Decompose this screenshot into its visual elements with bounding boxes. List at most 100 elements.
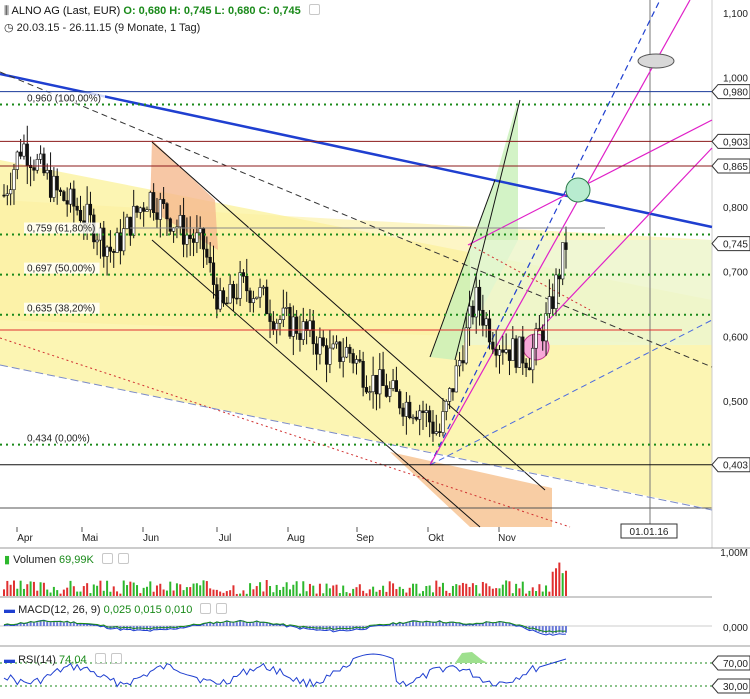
- candle-body: [344, 346, 349, 358]
- close-value: C: 0,745: [258, 5, 301, 17]
- candle-body: [418, 410, 422, 420]
- candle-body: [275, 322, 279, 330]
- candle-body: [135, 205, 139, 213]
- volume-bar: [471, 583, 474, 596]
- candle-body: [318, 337, 322, 355]
- candle-body: [162, 199, 166, 204]
- candle-body: [211, 262, 216, 285]
- candle-body: [201, 228, 206, 250]
- macd-legend: ▬ MACD(12, 26, 9) 0,025 0,015 0,010: [4, 603, 228, 616]
- macd-histogram-bar: [255, 621, 258, 626]
- candle-body: [142, 207, 146, 212]
- candle-body: [424, 410, 428, 413]
- volume-bar: [375, 591, 378, 596]
- x-axis-label: Aug: [287, 533, 305, 544]
- symbol-label: ALNO AG (Last, EUR): [11, 5, 121, 17]
- volume-bar: [412, 583, 415, 596]
- volume-bar: [29, 581, 32, 596]
- candle-body: [165, 203, 169, 220]
- macd-histogram-bar: [422, 622, 425, 626]
- macd-settings-icon[interactable]: [200, 603, 212, 614]
- candle-body: [285, 307, 289, 309]
- price-tag-label: 0,903: [723, 137, 748, 148]
- candle-body: [408, 401, 412, 419]
- candle-body: [428, 410, 432, 423]
- candle-body: [414, 416, 418, 420]
- volume-close-icon[interactable]: [117, 553, 129, 564]
- rsi-close-icon[interactable]: [110, 653, 122, 664]
- macd-histogram-bar: [49, 622, 52, 626]
- volume-bar: [362, 590, 365, 596]
- candle-body: [245, 275, 249, 292]
- volume-bar: [405, 592, 408, 596]
- macd-histogram-bar: [245, 623, 248, 626]
- volume-bar: [165, 590, 168, 596]
- open-value: O: 0,680: [123, 5, 167, 17]
- volume-bar: [229, 590, 232, 596]
- volume-bar: [531, 587, 534, 596]
- rsi-y-tick: 70,00: [723, 659, 748, 670]
- candle-body: [12, 169, 16, 191]
- volume-bar: [209, 588, 212, 596]
- candle-body: [467, 305, 472, 329]
- target-marker-ellipse: [637, 53, 675, 69]
- volume-bar: [431, 592, 434, 596]
- macd-label: MACD(12, 26, 9): [18, 604, 101, 616]
- chart-canvas[interactable]: 0,960 (100,00%) 0,759 (61,80%) 0,697 (50,0…: [0, 0, 750, 699]
- candle-body: [361, 360, 365, 388]
- rsi-settings-icon[interactable]: [94, 653, 106, 664]
- volume-bar: [76, 591, 79, 596]
- volume-bar: [438, 586, 441, 596]
- volume-bar: [558, 562, 561, 596]
- volume-bar: [425, 586, 428, 596]
- volume-bar: [282, 586, 285, 596]
- volume-bar: [245, 593, 248, 596]
- volume-bar: [12, 580, 15, 596]
- candle-body: [364, 387, 369, 393]
- fib-label: 0,697 (50,00%): [27, 264, 95, 275]
- candle-body: [311, 320, 315, 345]
- candle-body: [65, 200, 69, 205]
- volume-bar: [259, 582, 262, 596]
- volume-settings-icon[interactable]: [101, 553, 113, 564]
- macd-histogram-bar: [501, 622, 504, 626]
- macd-histogram-bar: [458, 623, 461, 626]
- settings-icon[interactable]: [308, 4, 320, 15]
- candle-body: [72, 188, 76, 207]
- volume-bar: [119, 593, 122, 596]
- macd-histogram-bar: [62, 622, 65, 626]
- candle-body: [241, 272, 246, 277]
- volume-bar: [465, 583, 468, 596]
- macd-close-icon[interactable]: [216, 603, 228, 614]
- chart-type-icon[interactable]: ⫼: [4, 5, 9, 17]
- macd-histogram-bar: [56, 622, 59, 626]
- candle-body: [431, 421, 435, 434]
- candle-body: [295, 316, 299, 334]
- macd-histogram-bar: [438, 621, 441, 626]
- macd-histogram-bar: [551, 626, 554, 634]
- volume-bar: [112, 586, 115, 596]
- volume-bar: [132, 582, 135, 596]
- candle-body: [421, 410, 425, 413]
- candle-body: [358, 359, 362, 362]
- volume-bar: [332, 585, 335, 596]
- candle-body: [551, 296, 555, 309]
- macd-histogram-bar: [32, 622, 35, 626]
- volume-bar: [365, 593, 368, 596]
- candle-body: [561, 242, 565, 280]
- volume-bar: [26, 584, 29, 596]
- macd-value-1: 0,025: [103, 604, 132, 616]
- volume-bar: [418, 593, 421, 596]
- volume-bar: [338, 593, 341, 596]
- volume-value: 69,99K: [59, 554, 94, 566]
- volume-bar: [142, 587, 145, 596]
- candle-body: [168, 218, 172, 232]
- candle-body: [351, 353, 355, 364]
- candle-body: [477, 286, 482, 311]
- x-axis-label: Sep: [356, 533, 374, 544]
- volume-bar: [445, 590, 448, 596]
- volume-bar: [56, 590, 59, 596]
- candle-body: [314, 343, 319, 355]
- volume-bar: [99, 580, 102, 596]
- macd-histogram-bar: [79, 624, 82, 626]
